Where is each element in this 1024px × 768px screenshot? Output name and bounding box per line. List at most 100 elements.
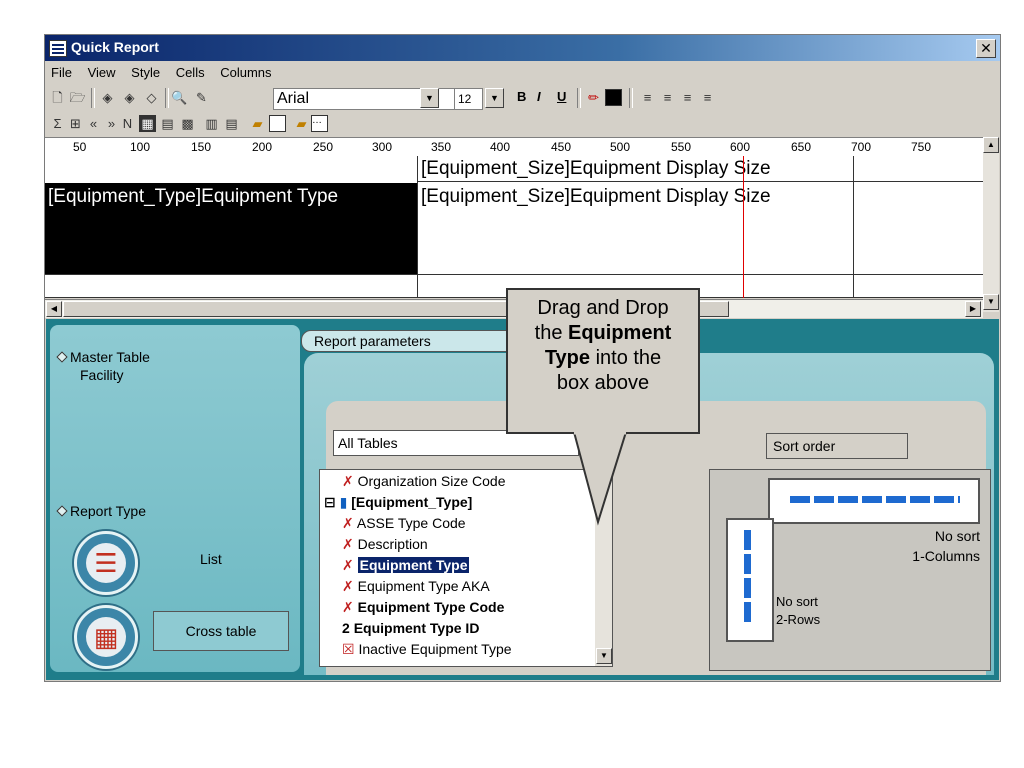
columns-bar: [790, 496, 960, 503]
vertical-scrollbar[interactable]: ▲ ▼: [983, 137, 999, 312]
columns-icon[interactable]: ▥: [203, 115, 220, 132]
nav-n-icon[interactable]: N: [119, 115, 136, 132]
rows-icon[interactable]: ▤: [223, 115, 240, 132]
open-folder-icon[interactable]: 🗁: [69, 89, 86, 106]
ruler-tick: 300: [372, 140, 393, 154]
align-left-icon[interactable]: ≡: [639, 89, 656, 106]
column-sort-text: No sort: [934, 528, 980, 544]
tree-item[interactable]: ✗ Description: [342, 534, 428, 555]
tree-item[interactable]: ✗ ASSE Type Code: [342, 513, 466, 534]
align-right-icon[interactable]: ≡: [679, 89, 696, 106]
ruler: 50 100 150 200 250 300 350 400 450 500 5…: [45, 137, 983, 157]
underline-button[interactable]: U: [557, 89, 566, 104]
layers-icon[interactable]: ◈: [99, 89, 116, 106]
menu-bar: File View Style Cells Columns: [45, 62, 1000, 84]
close-button[interactable]: ✕: [976, 39, 996, 58]
tree-item[interactable]: ✗ Organization Size Code: [342, 471, 506, 492]
columns-drop-box[interactable]: [768, 478, 980, 524]
tree-group[interactable]: ⊟ ▮ [Equipment_Type]: [324, 492, 472, 513]
menu-view[interactable]: View: [82, 62, 122, 80]
ruler-tick: 350: [431, 140, 452, 154]
pattern-icon[interactable]: ▩: [179, 115, 196, 132]
ruler-tick: 700: [851, 140, 872, 154]
layers-blue-icon[interactable]: ◈: [121, 89, 138, 106]
data-cell[interactable]: [Equipment_Size]Equipment Display Size: [421, 186, 771, 208]
list-report-button[interactable]: ☰: [74, 531, 138, 595]
scroll-down-icon[interactable]: ▼: [983, 294, 999, 310]
tree-item[interactable]: ✗ Equipment Type AKA: [342, 576, 490, 597]
menu-cells[interactable]: Cells: [170, 62, 211, 80]
column-header-cell[interactable]: [Equipment_Size]Equipment Display Size: [421, 158, 771, 180]
align-center-icon[interactable]: ≡: [659, 89, 676, 106]
chevron-down-icon[interactable]: ▼: [420, 88, 439, 108]
italic-button[interactable]: I: [537, 89, 541, 104]
menu-file[interactable]: File: [45, 62, 78, 80]
fill-color-icon[interactable]: ▰: [293, 115, 310, 132]
ruler-tick: 650: [791, 140, 812, 154]
ruler-tick: 400: [490, 140, 511, 154]
chevron-down-icon[interactable]: ▼: [485, 88, 504, 108]
row-sort-sub: 2-Rows: [776, 612, 821, 627]
grid-table-icon: ▦: [86, 617, 126, 657]
rows-drop-box[interactable]: [726, 518, 774, 642]
table-icon[interactable]: ▤: [159, 115, 176, 132]
scroll-right-icon[interactable]: ▶: [965, 301, 981, 317]
cross-table-label[interactable]: Cross table: [153, 611, 289, 651]
tree-item[interactable]: ✗ Equipment Type Code: [342, 597, 504, 618]
rows-bar: [744, 530, 751, 626]
layers-gray-icon[interactable]: ◇: [143, 89, 160, 106]
scroll-left-icon[interactable]: ◀: [46, 301, 62, 317]
new-file-icon[interactable]: 🗋: [49, 89, 66, 106]
field-icon: ✗: [342, 557, 354, 573]
nav-prev-icon[interactable]: «: [85, 115, 102, 132]
grid-line: [417, 156, 418, 298]
cross-table-button[interactable]: ▦: [74, 605, 138, 669]
grid-line: [45, 274, 983, 275]
instruction-callout: Drag and Drop the Equipment Type into th…: [506, 288, 700, 434]
toolbar-separator: [91, 88, 95, 108]
row-label-cell[interactable]: [Equipment_Type]Equipment Type: [48, 186, 338, 208]
title-bar: Quick Report ✕: [45, 35, 1000, 61]
page-break-line: [743, 156, 744, 298]
grid-line: [417, 181, 983, 182]
text-color-icon[interactable]: ✏: [585, 89, 602, 106]
main-toolbar: 🗋 🗁 ◈ ◈ ◇ 🔍 ✎ Arial ▼ 12 ▼ B I U ✏ ≡ ≡ ≡…: [45, 86, 1000, 110]
toolbar-separator: [629, 88, 633, 108]
field-icon: ✗: [342, 515, 354, 531]
sort-order-button[interactable]: Sort order: [766, 433, 908, 459]
master-table-label: Master Table: [56, 349, 150, 365]
field-icon: ✗: [342, 578, 354, 594]
nav-next-icon[interactable]: »: [103, 115, 120, 132]
scroll-up-icon[interactable]: ▲: [983, 137, 999, 153]
field-icon: ✗: [342, 536, 354, 552]
menu-style[interactable]: Style: [125, 62, 166, 80]
edit-pencil-icon[interactable]: ✎: [193, 89, 210, 106]
bullet-icon: [56, 351, 68, 363]
tree-item[interactable]: ☒ Inactive Equipment Type: [342, 639, 512, 660]
menu-columns[interactable]: Columns: [214, 62, 277, 80]
tree-item-selected[interactable]: ✗ Equipment Type: [342, 555, 470, 576]
ruler-tick: 100: [130, 140, 151, 154]
font-size-field[interactable]: 12: [454, 88, 483, 110]
fill-swatch[interactable]: [269, 115, 286, 132]
field-icon: ✗: [342, 599, 354, 615]
report-grid: [Equipment_Size]Equipment Display Size […: [45, 156, 983, 298]
fill-color-icon[interactable]: ▰: [249, 115, 266, 132]
align-justify-icon[interactable]: ≡: [699, 89, 716, 106]
number-field-icon: 2: [342, 620, 350, 636]
sum-icon[interactable]: Σ: [49, 115, 66, 132]
print-preview-icon[interactable]: 🔍: [171, 89, 188, 106]
grid-icon[interactable]: ▦: [139, 115, 156, 132]
ruler-tick: 500: [610, 140, 631, 154]
bold-button[interactable]: B: [517, 89, 526, 104]
group-icon[interactable]: ⊞: [67, 115, 84, 132]
table-icon: ▮: [339, 494, 348, 510]
scroll-down-icon[interactable]: ▼: [596, 648, 612, 664]
tree-item[interactable]: 2 Equipment Type ID: [342, 618, 479, 639]
color-swatch[interactable]: [605, 89, 622, 106]
report-type-label: Report Type: [56, 503, 146, 519]
left-settings-panel: Master Table Facility Report Type ☰ List…: [50, 325, 300, 672]
more-button[interactable]: …: [311, 115, 328, 132]
list-label: List: [200, 551, 222, 567]
sort-drop-area: No sort 1-Columns No sort 2-Rows: [709, 469, 991, 671]
